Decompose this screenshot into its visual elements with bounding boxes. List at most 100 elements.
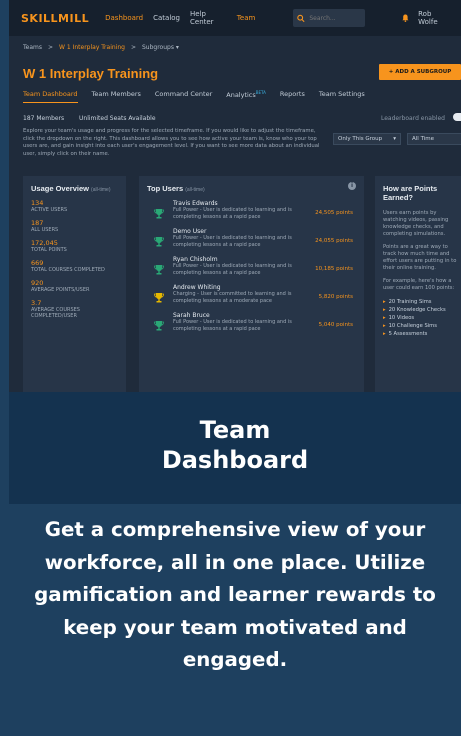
time-filter-value: All Time	[412, 136, 435, 142]
search-input[interactable]	[309, 14, 362, 22]
group-filter[interactable]: Only This Group ▾	[333, 133, 401, 145]
top-user-row[interactable]: Demo User Full Power - User is dedicated …	[147, 228, 356, 249]
stat-value: 134	[31, 199, 44, 207]
tab-team-dashboard[interactable]: Team Dashboard	[23, 90, 78, 104]
arrow-right-icon: ▸	[383, 323, 386, 329]
search-box[interactable]	[293, 9, 366, 27]
time-filter[interactable]: All Time ▾	[407, 133, 461, 145]
top-user-name[interactable]: Travis Edwards	[173, 200, 313, 207]
top-user-status: Charging - User is committed to learning…	[173, 291, 292, 304]
list-item: ▸ 10 Videos	[383, 315, 415, 321]
top-user-info: Travis Edwards Full Power - User is dedic…	[173, 200, 313, 221]
top-user-status: Full Power - User is dedicated to learni…	[173, 235, 292, 248]
bell-icon[interactable]	[401, 13, 410, 23]
top-user-row[interactable]: Travis Edwards Full Power - User is dedic…	[147, 200, 356, 221]
top-user-name[interactable]: Ryan Chisholm	[173, 256, 313, 263]
panel-title: How are Points Earned?	[383, 184, 438, 202]
stat: 669 TOTAL COURSES COMPLETED	[31, 259, 118, 273]
list-item: ▸ 20 Knowledge Checks	[383, 307, 446, 313]
panel-title: Usage Overview (all-time)	[31, 184, 111, 193]
stat-label: AVERAGE POINTS/USER	[31, 287, 90, 293]
tab-team-members[interactable]: Team Members	[92, 90, 141, 103]
top-user-name[interactable]: Sarah Bruce	[173, 312, 313, 319]
top-user-name[interactable]: Andrew Whiting	[173, 284, 313, 291]
arrow-right-icon: ▸	[383, 331, 386, 337]
top-users-panel: Top Users (all-time) i Travis Edwards Ful…	[139, 176, 364, 392]
stat-value: 187	[31, 219, 44, 227]
top-users-list: Travis Edwards Full Power - User is dedic…	[147, 200, 356, 333]
search-icon	[297, 14, 305, 22]
stat-value: 172,045	[31, 239, 58, 247]
stat-value: 920	[31, 279, 44, 287]
trophy-icon	[154, 321, 164, 331]
top-user-info: Andrew Whiting Charging - User is committ…	[173, 284, 313, 305]
breadcrumb-subgroups[interactable]: Subgroups ▾	[142, 44, 179, 51]
stat-label: ALL USERS	[31, 227, 59, 233]
arrow-right-icon: ▸	[383, 315, 386, 321]
stat-label: AVERAGE COURSES COMPLETED/USER	[31, 307, 80, 319]
beta-badge: BETA	[255, 90, 266, 95]
caption-band: Team Dashboard	[9, 392, 461, 504]
top-user-points: 24,055 points	[315, 238, 353, 244]
top-user-row[interactable]: Ryan Chisholm Full Power - User is dedica…	[147, 256, 356, 277]
top-user-points: 24,505 points	[315, 210, 353, 216]
caption-body: Get a comprehensive view of your workfor…	[34, 518, 436, 671]
arrow-right-icon: ▸	[383, 307, 386, 313]
trophy-icon	[154, 265, 164, 275]
leaderboard-toggle[interactable]	[453, 113, 461, 121]
add-subgroup-button[interactable]: + ADD A SUBGROUP	[379, 64, 461, 80]
nav-help-center[interactable]: Help Center	[190, 10, 227, 26]
breadcrumb: Teams > W 1 Interplay Training > Subgrou…	[23, 44, 179, 51]
top-user-name[interactable]: Demo User	[173, 228, 313, 235]
stat: 134 ACTIVE USERS	[31, 199, 118, 213]
stat: 187 ALL USERS	[31, 219, 118, 233]
top-user-status: Full Power - User is dedicated to learni…	[173, 207, 292, 220]
breadcrumb-separator: >	[130, 44, 136, 51]
group-filter-value: Only This Group	[338, 136, 383, 142]
logo: SKILLMILL	[21, 11, 90, 25]
top-user-row[interactable]: Sarah Bruce Full Power - User is dedicate…	[147, 312, 356, 333]
stat-label: TOTAL COURSES COMPLETED	[31, 267, 105, 273]
chevron-down-icon: ▾	[393, 136, 396, 142]
points-paragraph: Users earn points by watching videos, pa…	[383, 210, 449, 237]
breadcrumb-separator: >	[47, 44, 54, 51]
stat: 3.7 AVERAGE COURSES COMPLETED/USER	[31, 299, 118, 319]
top-nav: SKILLMILL Dashboard Catalog Help Center …	[9, 0, 461, 36]
stat-value: 669	[31, 259, 44, 267]
top-user-points: 5,820 points	[318, 294, 353, 300]
nav-team[interactable]: Team	[237, 14, 256, 22]
top-user-info: Demo User Full Power - User is dedicated …	[173, 228, 313, 249]
points-paragraph: Points are a great way to track how much…	[383, 244, 457, 271]
points-paragraph: For example, here's how a user could ear…	[383, 278, 455, 291]
user-menu[interactable]: Rob Wolfe	[418, 10, 449, 26]
page-title: W 1 Interplay Training	[23, 66, 159, 81]
panel-title: Top Users (all-time)	[147, 184, 205, 193]
breadcrumb-teams[interactable]: Teams	[23, 44, 42, 51]
top-user-row[interactable]: Andrew Whiting Charging - User is committ…	[147, 284, 356, 305]
seats-available: Unlimited Seats Available	[79, 115, 156, 122]
list-item: ▸ 10 Challenge Sims	[383, 323, 437, 329]
tab-analytics[interactable]: AnalyticsBETA	[226, 90, 266, 103]
dashboard-screenshot: SKILLMILL Dashboard Catalog Help Center …	[9, 0, 461, 392]
caption-title: Team Dashboard	[161, 416, 309, 474]
stat-label: ACTIVE USERS	[31, 207, 68, 213]
stat: 920 AVERAGE POINTS/USER	[31, 279, 118, 293]
tab-analytics-label: Analytics	[226, 91, 256, 100]
tab-team-settings[interactable]: Team Settings	[319, 90, 365, 103]
top-user-info: Sarah Bruce Full Power - User is dedicate…	[173, 312, 313, 333]
stat: 172,045 TOTAL POINTS	[31, 239, 118, 253]
list-item: ▸ 5 Assessments	[383, 331, 428, 337]
top-user-status: Full Power - User is dedicated to learni…	[173, 263, 292, 276]
breadcrumb-team[interactable]: W 1 Interplay Training	[59, 44, 125, 51]
info-icon[interactable]: i	[348, 182, 356, 190]
tab-reports[interactable]: Reports	[280, 90, 305, 103]
dashboard-description: Explore your team's usage and progress f…	[23, 128, 320, 157]
tab-bar: Team Dashboard Team Members Command Cent…	[23, 90, 461, 104]
top-user-points: 10,185 points	[315, 266, 353, 272]
tab-command-center[interactable]: Command Center	[155, 90, 212, 103]
top-user-info: Ryan Chisholm Full Power - User is dedica…	[173, 256, 313, 277]
arrow-right-icon: ▸	[383, 299, 386, 305]
nav-dashboard[interactable]: Dashboard	[105, 14, 143, 22]
nav-catalog[interactable]: Catalog	[153, 14, 180, 22]
trophy-icon	[154, 209, 164, 219]
